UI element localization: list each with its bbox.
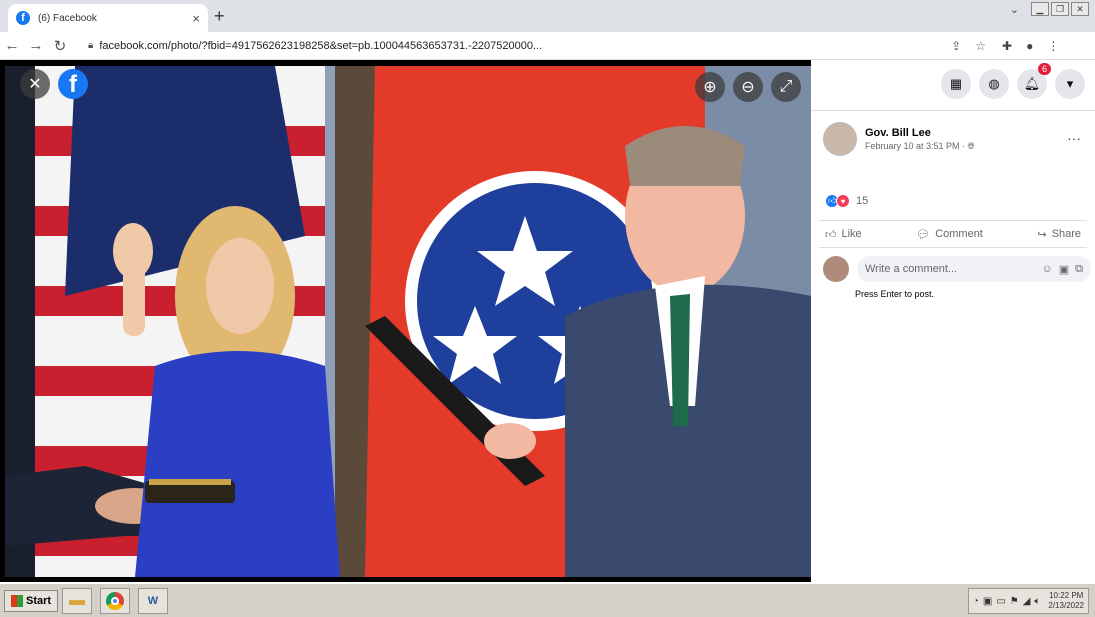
comment-placeholder[interactable]: Write a comment... — [865, 263, 957, 275]
fullscreen-button[interactable]: ⤢ — [771, 72, 801, 102]
author-avatar[interactable] — [823, 122, 857, 156]
taskbar-clock[interactable]: 10:22 PM 2/13/2022 — [1048, 591, 1084, 611]
tray-signal-icon[interactable]: ◢ — [1023, 596, 1031, 607]
thumbs-up-icon: 👍︎ — [825, 228, 837, 241]
public-globe-icon: 🌐︎ — [967, 140, 975, 151]
emoji-icon[interactable]: ☺ — [1042, 263, 1053, 276]
like-label: Like — [841, 228, 862, 240]
start-label: Start — [26, 595, 52, 607]
address-bar[interactable]: 🔒︎ facebook.com/photo/?fbid=491756262319… — [82, 35, 992, 57]
like-button[interactable]: 👍︎ Like — [825, 228, 862, 241]
window-close-button[interactable]: ✕ — [1071, 2, 1089, 16]
start-button[interactable]: Start — [4, 590, 59, 612]
facebook-favicon-icon: f — [16, 11, 30, 25]
forward-arrow-icon[interactable]: → — [24, 37, 48, 54]
comment-button[interactable]: 💬︎ Comment — [916, 228, 983, 241]
post-timestamp[interactable]: February 10 at 3:51 PM · 🌐︎ — [865, 141, 975, 152]
chrome-taskbar-icon[interactable] — [100, 588, 130, 614]
zoom-in-button[interactable]: ⊕ — [695, 72, 725, 102]
author-name[interactable]: Gov. Bill Lee — [865, 127, 975, 139]
press-enter-hint: Press Enter to post. — [855, 289, 935, 299]
tray-volume-icon[interactable]: 🔈︎ — [1034, 596, 1040, 607]
browser-menu-icon[interactable]: ⋮ — [1047, 39, 1059, 53]
viewer-avatar — [823, 256, 849, 282]
clock-date: 2/13/2022 — [1048, 601, 1084, 610]
post-timestamp-text[interactable]: February 10 at 3:51 PM · — [865, 141, 968, 151]
tray-security-icon[interactable]: ⚑ — [1010, 596, 1019, 607]
photo-viewer: ✕ f ⊕ ⊖ ⤢ — [0, 60, 811, 582]
facebook-logo-icon[interactable]: f — [58, 69, 88, 99]
gif-icon[interactable]: ⧉ — [1075, 263, 1083, 276]
notification-badge: 6 — [1037, 63, 1051, 75]
header-divider — [811, 110, 1095, 111]
tray-app-icon[interactable]: ◔ — [973, 596, 979, 607]
toolbar-extensions: ✚ ● ⋮ — [1002, 39, 1059, 53]
post-action-bar: 👍︎ Like 💬︎ Comment ↪ Share — [819, 220, 1087, 248]
browser-tab[interactable]: f (6) Facebook × — [8, 4, 208, 32]
love-reaction-icon: ♥ — [836, 194, 850, 208]
post-side-panel: ▦ ◍ 🔔︎ 6 ▾ Gov. Bill Lee February 10 at … — [811, 60, 1095, 582]
clock-time: 10:22 PM — [1049, 591, 1084, 600]
maximize-button[interactable]: ❐ — [1051, 2, 1069, 16]
camera-icon[interactable]: ▣ — [1059, 263, 1069, 276]
browser-tab-strip: f (6) Facebook × + ⌄ ▁ ❐ ✕ — [0, 0, 1095, 32]
windows-flag-icon — [11, 595, 23, 607]
bookmark-star-icon[interactable]: ☆ — [975, 39, 986, 53]
comment-input[interactable]: Write a comment... ☺ ▣ ⧉ — [857, 256, 1091, 282]
zoom-out-button[interactable]: ⊖ — [733, 72, 763, 102]
extensions-puzzle-icon[interactable]: ✚ — [1002, 39, 1012, 53]
post-photo[interactable] — [5, 66, 811, 577]
notifications-bell-icon[interactable]: 🔔︎ 6 — [1017, 63, 1051, 99]
tab-title: (6) Facebook — [38, 12, 97, 24]
windows-taskbar: Start ▬ W ◔ ▣ ▭ ⚑ ◢ 🔈︎ 10:22 PM 2/13/202… — [0, 582, 1095, 617]
share-arrow-icon: ↪ — [1037, 228, 1047, 241]
back-arrow-icon[interactable]: ← — [0, 37, 24, 54]
close-viewer-button[interactable]: ✕ — [20, 69, 50, 99]
post-header: Gov. Bill Lee February 10 at 3:51 PM · 🌐… — [823, 122, 975, 156]
comment-composer: Write a comment... ☺ ▣ ⧉ — [823, 256, 1091, 282]
comment-bubble-icon: 💬︎ — [916, 228, 931, 241]
reload-icon[interactable]: ↻ — [48, 37, 72, 55]
messenger-icon[interactable]: ◍ — [979, 69, 1009, 99]
profile-icon[interactable]: ● — [1026, 39, 1033, 53]
file-explorer-taskbar-icon[interactable]: ▬ — [62, 588, 92, 614]
share-page-icon[interactable]: ⇪ — [951, 39, 961, 53]
reaction-count[interactable]: 15 — [856, 195, 868, 207]
new-tab-button[interactable]: + — [214, 6, 225, 27]
reaction-summary[interactable]: 👍︎ ♥ 15 — [825, 194, 868, 208]
tray-display-icon[interactable]: ▭ — [996, 596, 1005, 607]
minimize-button[interactable]: ▁ — [1031, 2, 1049, 16]
url-text[interactable]: facebook.com/photo/?fbid=491756262319825… — [99, 40, 937, 52]
header-icons: ▦ ◍ 🔔︎ 6 ▾ — [941, 63, 1085, 99]
menu-grid-icon[interactable]: ▦ — [941, 69, 971, 99]
comment-label: Comment — [935, 228, 983, 240]
post-options-button[interactable]: ··· — [1067, 130, 1081, 146]
tab-search-chevron-icon[interactable]: ⌄ — [1010, 3, 1019, 16]
share-label: Share — [1051, 228, 1081, 240]
account-dropdown-icon[interactable]: ▾ — [1055, 69, 1085, 99]
tray-network-icon[interactable]: ▣ — [983, 596, 992, 607]
share-button[interactable]: ↪ Share — [1037, 228, 1081, 241]
browser-toolbar: ← → ↻ 🔒︎ facebook.com/photo/?fbid=491756… — [0, 32, 1095, 60]
tab-close-button[interactable]: × — [192, 11, 200, 26]
system-tray: ◔ ▣ ▭ ⚑ ◢ 🔈︎ 10:22 PM 2/13/2022 — [967, 588, 1089, 614]
lock-icon[interactable]: 🔒︎ — [88, 40, 93, 51]
word-taskbar-icon[interactable]: W — [138, 588, 168, 614]
window-controls: ⌄ ▁ ❐ ✕ — [1010, 2, 1089, 16]
